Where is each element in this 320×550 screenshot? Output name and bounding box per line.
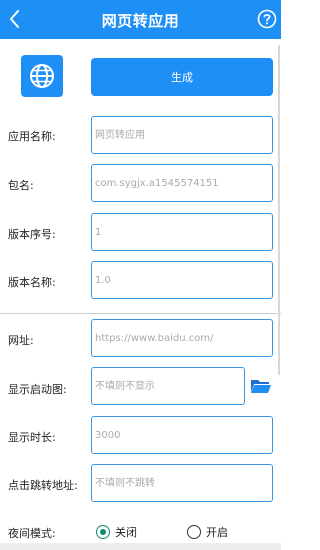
page-title: 网页转应用 xyxy=(101,12,180,30)
splash-image-input[interactable] xyxy=(91,367,245,405)
help-icon[interactable] xyxy=(257,9,277,29)
night-mode-off-label: 关闭 xyxy=(115,526,137,539)
click-url-input[interactable] xyxy=(91,464,273,502)
app-icon-picker[interactable] xyxy=(21,55,63,97)
radio-checked-icon xyxy=(96,525,110,539)
radio-unchecked-icon xyxy=(187,525,201,539)
app-name-input[interactable] xyxy=(91,116,273,154)
url-label: 网址: xyxy=(8,334,34,347)
version-name-label: 版本名称: xyxy=(8,276,56,289)
url-input[interactable] xyxy=(91,319,273,357)
night-mode-off-radio[interactable]: 关闭 xyxy=(96,524,137,540)
globe-icon xyxy=(30,64,54,88)
duration-input[interactable] xyxy=(91,416,273,454)
click-url-label: 点击跳转地址: xyxy=(8,479,78,492)
package-label: 包名: xyxy=(8,179,34,192)
generate-button[interactable]: 生成 xyxy=(91,58,273,96)
bottom-edge xyxy=(0,543,281,550)
folder-icon[interactable] xyxy=(250,378,272,394)
duration-label: 显示时长: xyxy=(8,431,56,444)
package-input[interactable] xyxy=(91,164,273,202)
top-app-bar: 网页转应用 xyxy=(0,0,281,39)
version-code-input[interactable] xyxy=(91,213,273,251)
scrollbar[interactable] xyxy=(278,45,280,375)
splash-label: 显示启动图: xyxy=(8,383,67,396)
app-name-label: 应用名称: xyxy=(8,130,56,143)
section-divider xyxy=(0,313,281,314)
version-code-label: 版本序号: xyxy=(8,228,56,241)
night-mode-label: 夜间模式: xyxy=(8,527,56,540)
night-mode-on-radio[interactable]: 开启 xyxy=(187,524,228,540)
version-name-input[interactable] xyxy=(91,261,273,299)
night-mode-on-label: 开启 xyxy=(206,526,228,539)
